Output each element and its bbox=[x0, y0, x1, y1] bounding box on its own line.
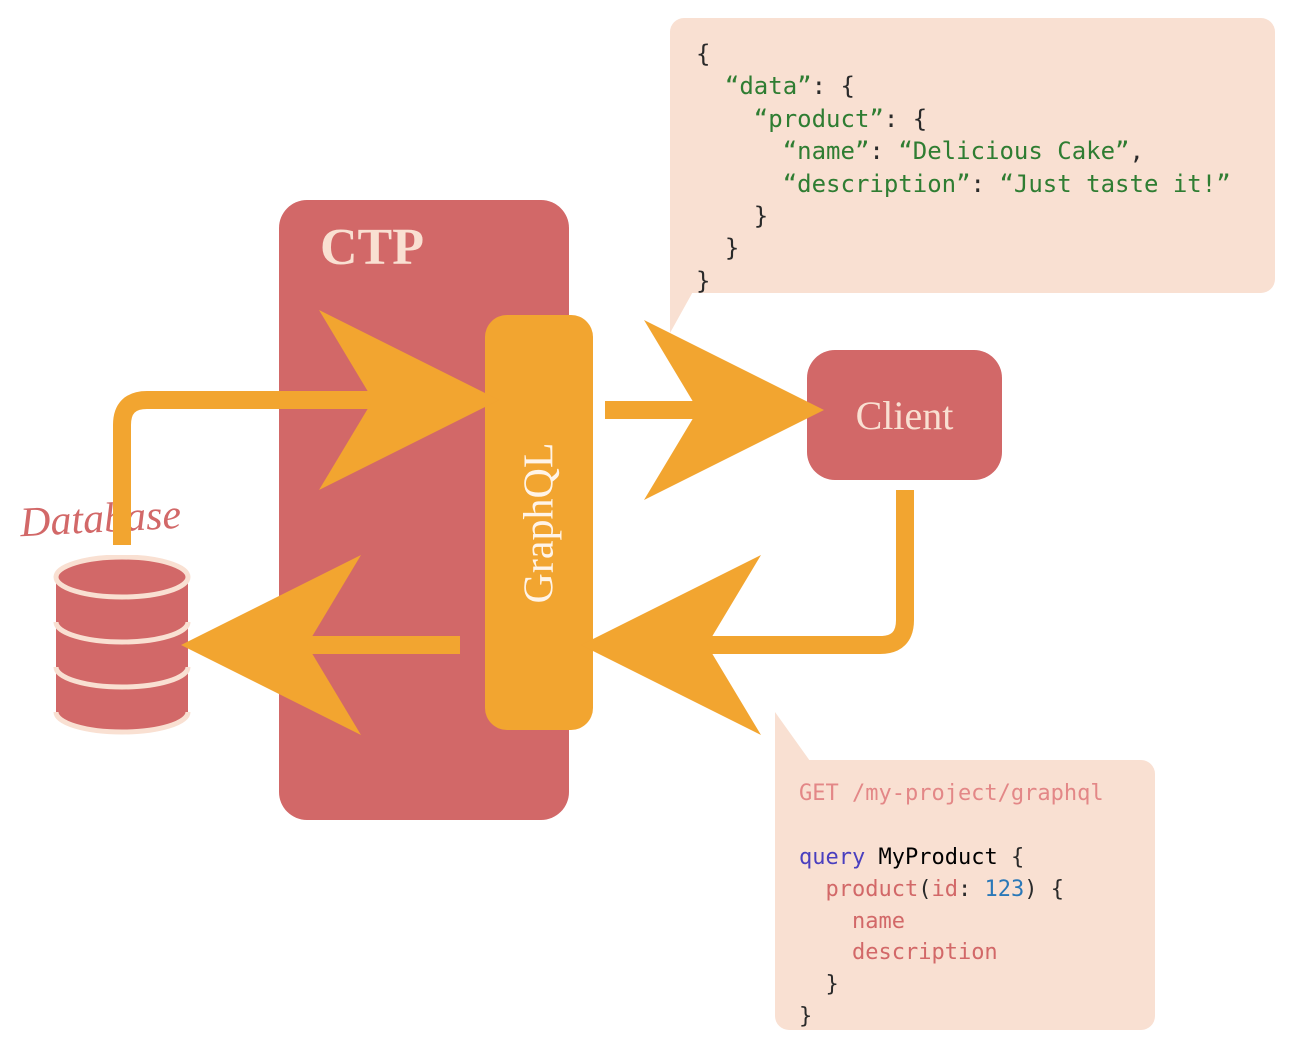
database-icon bbox=[52, 555, 192, 740]
graphql-box: GraphQL bbox=[485, 315, 593, 730]
diagram-stage: CTP GraphQL Client Database { “data”: { … bbox=[0, 0, 1289, 1040]
request-endpoint: GET /my-project/graphql bbox=[799, 781, 1104, 806]
database-label: Database bbox=[19, 491, 182, 547]
ctp-label: CTP bbox=[320, 218, 424, 277]
response-bubble: { “data”: { “product”: { “name”: “Delici… bbox=[670, 18, 1275, 293]
client-box: Client bbox=[807, 350, 1002, 480]
request-bubble: GET /my-project/graphql query MyProduct … bbox=[775, 760, 1155, 1030]
arrow-client-to-graphql bbox=[635, 490, 905, 645]
response-code: { “data”: { “product”: { “name”: “Delici… bbox=[696, 38, 1249, 297]
graphql-label: GraphQL bbox=[515, 442, 563, 603]
request-code: GET /my-project/graphql query MyProduct … bbox=[799, 778, 1131, 1033]
client-label: Client bbox=[856, 392, 954, 439]
